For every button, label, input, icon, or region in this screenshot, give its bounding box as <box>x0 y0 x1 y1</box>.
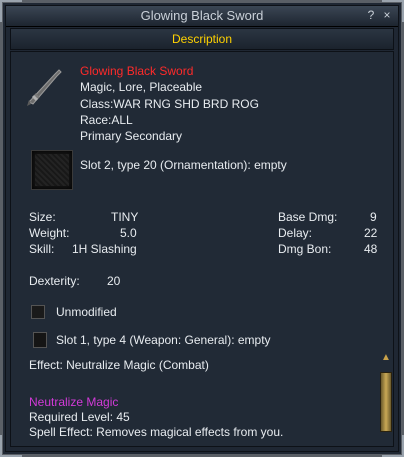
stat-delay-value: 22 <box>364 226 378 240</box>
spell-name: Neutralize Magic <box>29 395 119 409</box>
scrollbar-thumb[interactable] <box>380 372 392 432</box>
description-label: Description <box>171 32 233 46</box>
stat-size-value: TINY <box>111 210 139 224</box>
unmodified-checkbox[interactable] <box>31 305 45 319</box>
item-effect: Effect: Neutralize Magic (Combat) <box>29 358 209 372</box>
close-button[interactable]: × <box>380 8 394 22</box>
stat-skill-label: Skill: <box>29 242 55 256</box>
item-race: Race:ALL <box>80 113 133 127</box>
augment-slot-1-box[interactable] <box>33 332 47 348</box>
stat-skill-value: 1H Slashing <box>72 242 137 256</box>
stat-size-label: Size: <box>29 210 56 224</box>
augment-slot-2-label: Slot 2, type 20 (Ornamentation): empty <box>80 158 287 172</box>
title-bar[interactable]: Glowing Black Sword ? × <box>6 6 398 27</box>
augment-slot-1-label: Slot 1, type 4 (Weapon: General): empty <box>56 333 271 347</box>
stat-dmg-bon-label: Dmg Bon: <box>278 242 332 256</box>
stat-dmg-bon-value: 48 <box>364 242 378 256</box>
stat-weight-value: 5.0 <box>120 226 137 240</box>
scroll-down-arrow-icon[interactable]: ▼ <box>379 445 393 446</box>
stat-delay-label: Delay: <box>278 226 313 240</box>
stat-dexterity-value: 20 <box>107 274 121 288</box>
vertical-scrollbar[interactable]: ▲ ▼ <box>379 352 393 446</box>
window-title: Glowing Black Sword <box>140 8 264 23</box>
item-flags: Magic, Lore, Placeable <box>80 80 203 94</box>
spell-effect: Spell Effect: Removes magical effects fr… <box>29 425 284 439</box>
stat-weight-label: Weight: <box>29 226 70 240</box>
item-class: Class:WAR RNG SHD BRD ROG <box>80 97 259 111</box>
item-name: Glowing Black Sword <box>80 64 194 78</box>
unmodified-label: Unmodified <box>56 305 117 319</box>
item-slots: Primary Secondary <box>80 129 183 143</box>
help-button[interactable]: ? <box>364 8 378 22</box>
stat-base-dmg-value: 9 <box>370 210 377 224</box>
stat-dexterity-label: Dexterity: <box>29 274 80 288</box>
scroll-up-arrow-icon[interactable]: ▲ <box>379 352 393 364</box>
item-display-window: Glowing Black Sword ? × Description Glow… <box>0 0 404 457</box>
sword-icon <box>27 69 62 106</box>
item-description-panel: Glowing Black Sword Magic, Lore, Placeab… <box>10 51 394 447</box>
augment-slot-2-box[interactable] <box>31 150 73 190</box>
spell-required-level: Required Level: 45 <box>29 410 130 424</box>
description-header: Description <box>10 28 394 50</box>
stat-base-dmg-label: Base Dmg: <box>278 210 338 224</box>
